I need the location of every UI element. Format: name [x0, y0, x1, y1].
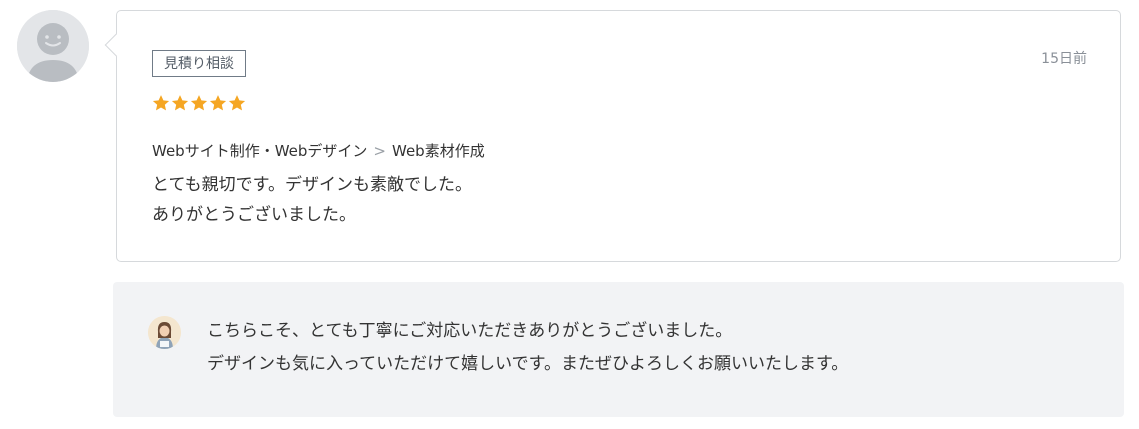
- category-child-link[interactable]: Web素材作成: [392, 142, 485, 160]
- seller-avatar-icon: [148, 316, 181, 349]
- reply-text: こちらこそ、とても丁寧にご対応いただきありがとうございました。 デザインも気に入…: [207, 315, 848, 381]
- review-text-line: とても親切です。デザインも素敵でした。: [152, 175, 472, 195]
- star-icon: [171, 95, 189, 111]
- breadcrumb-separator: >: [373, 142, 386, 160]
- star-icon: [228, 95, 246, 111]
- reply-text-line: デザインも気に入っていただけて嬉しいです。またぜひよろしくお願いいたします。: [207, 354, 849, 374]
- seller-reply: こちらこそ、とても丁寧にご対応いただきありがとうございました。 デザインも気に入…: [113, 282, 1124, 417]
- reply-text-line: こちらこそ、とても丁寧にご対応いただきありがとうございました。: [207, 321, 733, 341]
- star-rating: [152, 94, 246, 112]
- category-breadcrumb: Webサイト制作・Webデザイン > Web素材作成: [152, 140, 485, 161]
- speech-pointer: [104, 33, 128, 57]
- review-tag: 見積り相談: [152, 50, 246, 77]
- star-icon: [152, 95, 170, 111]
- review-text-line: ありがとうございました。: [152, 205, 356, 225]
- seller-avatar: [148, 316, 181, 349]
- review-card: 見積り相談 15日前 Webサイト制作・Webデザイン > Web素材作成 とても親…: [104, 10, 1121, 262]
- star-icon: [209, 95, 227, 111]
- reviewer-avatar: [17, 10, 89, 82]
- default-user-icon: [17, 10, 89, 82]
- review-text: とても親切です。デザインも素敵でした。 ありがとうございました。: [152, 170, 472, 230]
- star-icon: [190, 95, 208, 111]
- review-date: 15日前: [1041, 51, 1087, 67]
- category-parent-link[interactable]: Webサイト制作・Webデザイン: [152, 142, 367, 160]
